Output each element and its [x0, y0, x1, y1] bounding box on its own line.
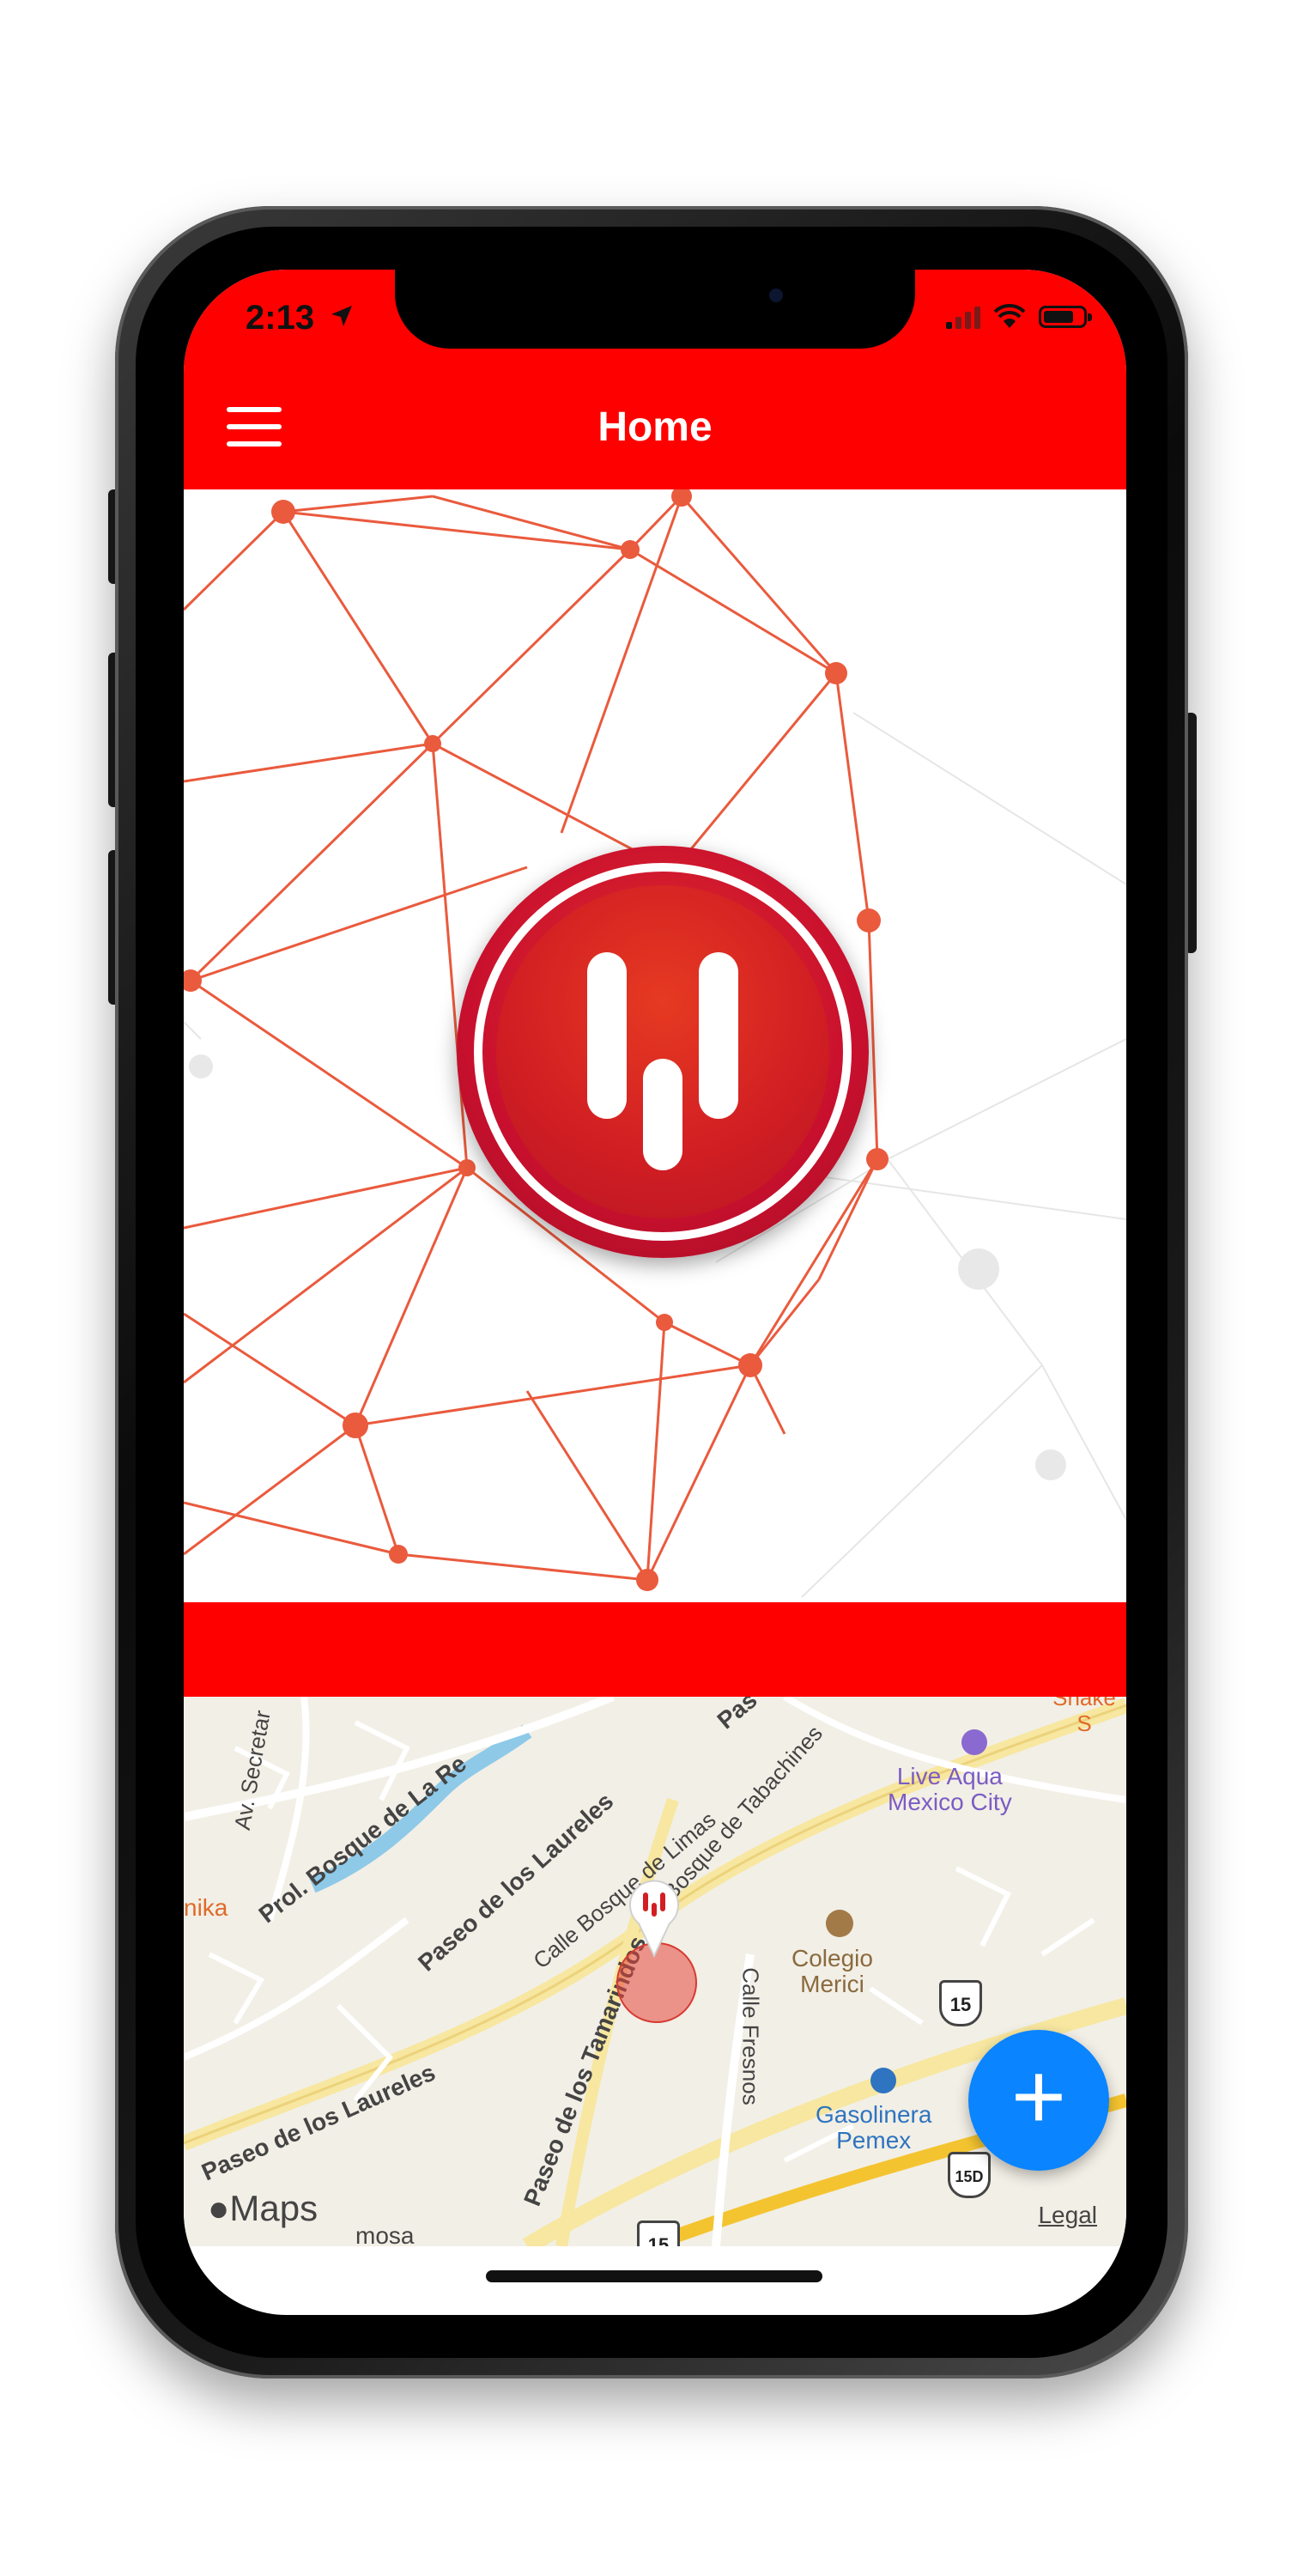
school-icon: [826, 1910, 853, 1937]
notch: [395, 270, 915, 349]
maps-attribution: ●Maps: [208, 2188, 318, 2228]
map-view[interactable]: Av. Secretar Prol. Bosque de La Re Paseo…: [184, 1697, 1126, 2246]
app-screen: 2:13 Home Av. Secretar Prol. Bosque de L…: [184, 270, 1126, 2315]
map-pin-icon[interactable]: [623, 1875, 685, 1958]
fuel-icon: [870, 2068, 896, 2093]
red-divider-band: [184, 1602, 1126, 1697]
battery-icon: [1039, 306, 1092, 328]
poi-colegio-merici[interactable]: Colegio Merici: [791, 1946, 873, 1997]
poi-gasolinera-pemex[interactable]: Gasolinera Pemex: [816, 2102, 931, 2154]
add-icon: +: [1010, 2044, 1067, 2149]
front-camera: [769, 289, 783, 302]
wifi-icon: [993, 304, 1026, 328]
hotel-icon: [961, 1729, 987, 1755]
cellular-signal-icon: [946, 305, 980, 329]
poi-live-aqua[interactable]: Live Aqua Mexico City: [888, 1764, 1012, 1815]
status-time: 2:13: [246, 299, 315, 337]
hero-banner: [184, 489, 1126, 1602]
app-logo-icon: [457, 846, 869, 1258]
status-indicators: [946, 304, 1092, 330]
page-title: Home: [597, 404, 713, 450]
street-label: Calle Fresnos: [737, 1967, 764, 2105]
street-label: mosa: [355, 2222, 415, 2246]
home-indicator[interactable]: [486, 2270, 822, 2282]
poi-shake-shack[interactable]: Shake S: [1042, 1697, 1126, 1736]
apple-logo-icon: ●: [208, 2188, 230, 2228]
street-label: nika: [184, 1894, 228, 1921]
highway-shield: 15: [939, 1980, 982, 2026]
location-arrow-icon: [331, 306, 352, 326]
add-button[interactable]: +: [968, 2030, 1109, 2171]
highway-shield: 15D: [948, 2152, 991, 2198]
legal-link[interactable]: Legal: [1038, 2202, 1097, 2229]
highway-shield: 15: [637, 2221, 680, 2246]
